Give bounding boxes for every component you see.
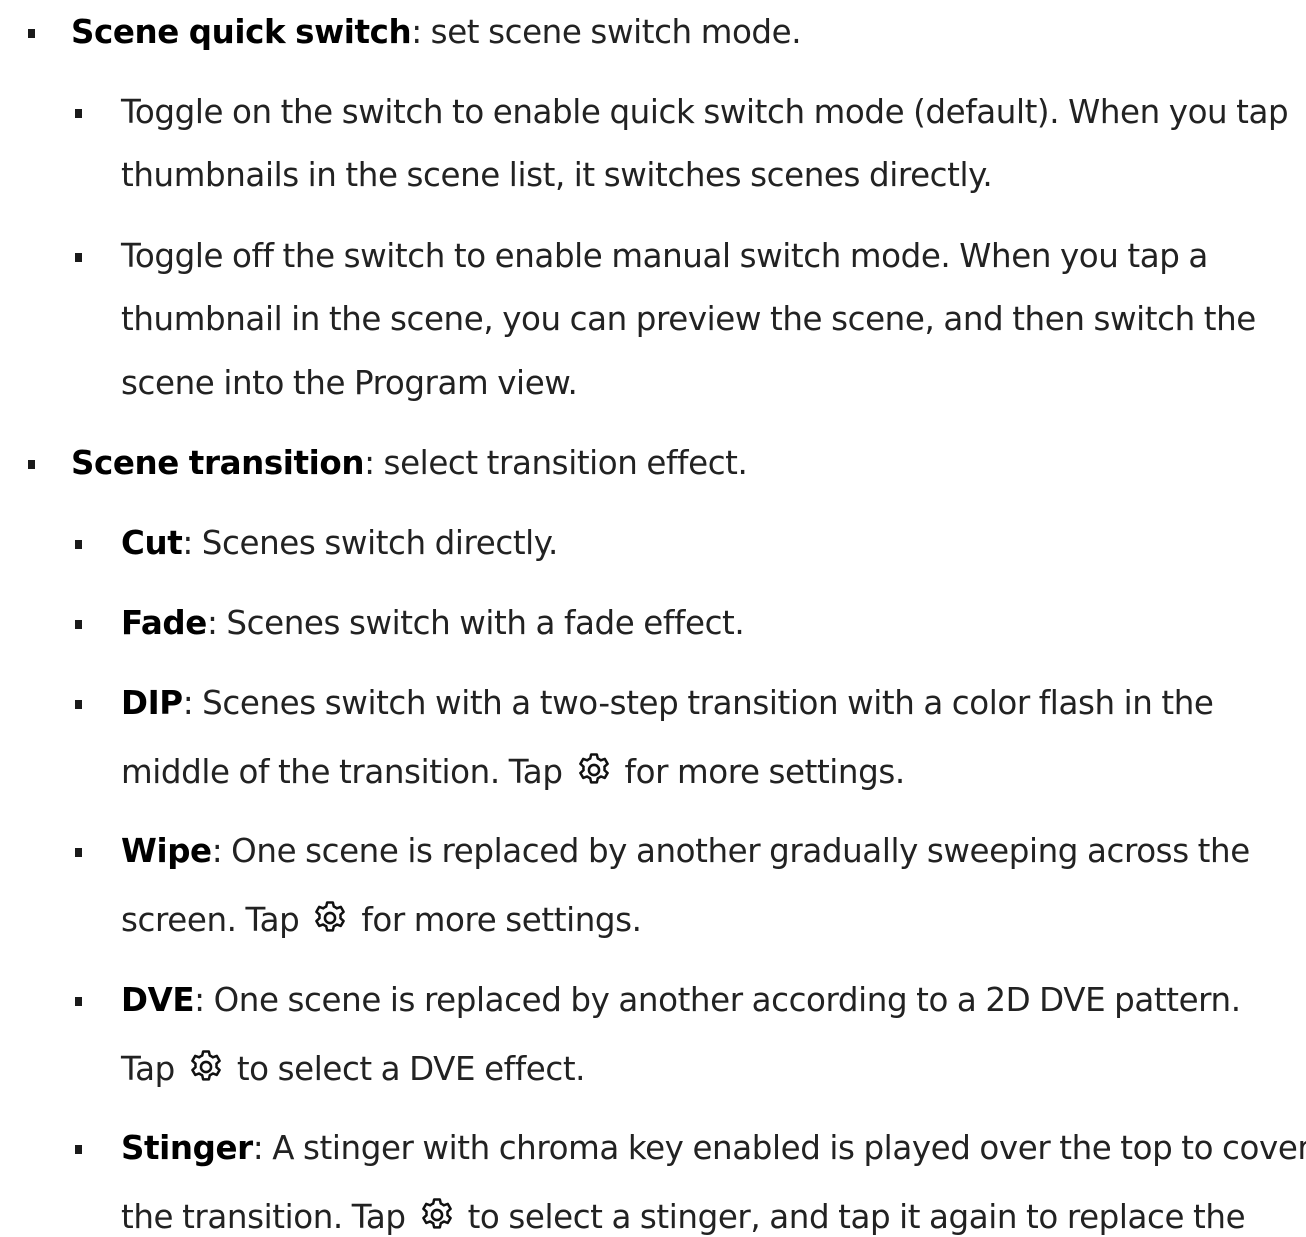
- list-item-text: DIP: Scenes switch with a two-step trans…: [121, 683, 1214, 723]
- bullet: [75, 253, 82, 262]
- description-line: Toggle on the switch to enable quick swi…: [121, 93, 1289, 131]
- term-label: Scene transition: [71, 444, 365, 482]
- bullet: [28, 29, 35, 38]
- list-item-text: Stinger: A stinger with chroma key enabl…: [121, 1128, 1306, 1168]
- gear-icon: [418, 1196, 456, 1234]
- description-line: Toggle off the switch to enable manual s…: [121, 237, 1208, 275]
- list-item-text: Wipe: One scene is replaced by another g…: [121, 831, 1250, 871]
- term-label: Scene quick switch: [71, 13, 412, 51]
- description-line: middle of the transition. Tap for more se…: [121, 751, 905, 792]
- gear-icon: [187, 1048, 225, 1086]
- list-item-text: DVE: One scene is replaced by another ac…: [121, 980, 1241, 1020]
- description: : One scene is replaced by another gradu…: [211, 832, 1251, 870]
- bullet: [75, 997, 82, 1006]
- list-item-text: Fade: Scenes switch with a fade effect.: [121, 603, 745, 643]
- description: to select a stinger, and tap it again to…: [467, 1198, 1246, 1236]
- bullet: [75, 700, 82, 709]
- description-line: screen. Tap for more settings.: [121, 899, 642, 940]
- list-item-text: Cut: Scenes switch directly.: [121, 523, 558, 563]
- list-item-text: Scene quick switch: set scene switch mod…: [71, 12, 802, 52]
- bullet: [75, 540, 82, 549]
- bullet: [75, 848, 82, 857]
- description-line: scene into the Program view.: [121, 364, 578, 402]
- description: the transition. Tap: [121, 1198, 406, 1236]
- description: : A stinger with chroma key enabled is p…: [252, 1129, 1306, 1167]
- term-label: DVE: [121, 981, 195, 1019]
- bullet: [75, 620, 82, 629]
- description: : set scene switch mode.: [411, 13, 802, 51]
- bullet: [75, 109, 82, 118]
- list-item-text: Scene transition: select transition effe…: [71, 443, 748, 483]
- description-line: the transition. Tap to select a stinger, …: [121, 1196, 1246, 1237]
- term-label: Fade: [121, 604, 207, 642]
- description: to select a DVE effect.: [236, 1050, 586, 1088]
- description: Tap: [121, 1050, 175, 1088]
- bullet: [75, 1145, 82, 1154]
- term-label: DIP: [121, 684, 183, 722]
- description: for more settings.: [624, 753, 906, 791]
- term-label: Cut: [121, 524, 183, 562]
- description: : Scenes switch with a two-step transiti…: [182, 684, 1214, 722]
- description: : Scenes switch with a fade effect.: [206, 604, 745, 642]
- description: for more settings.: [361, 901, 642, 939]
- description: : Scenes switch directly.: [182, 524, 558, 562]
- description: middle of the transition. Tap: [121, 753, 563, 791]
- description: : One scene is replaced by another accor…: [194, 981, 1241, 1019]
- bullet: [28, 460, 35, 469]
- term-label: Stinger: [121, 1129, 253, 1167]
- description-line: Tap to select a DVE effect.: [121, 1048, 586, 1089]
- term-label: Wipe: [121, 832, 212, 870]
- description-line: thumbnails in the scene list, it switche…: [121, 156, 993, 194]
- description: screen. Tap: [121, 901, 300, 939]
- gear-icon: [575, 751, 613, 789]
- gear-icon: [311, 899, 349, 937]
- description: : select transition effect.: [364, 444, 748, 482]
- description-line: thumbnail in the scene, you can preview …: [121, 300, 1256, 338]
